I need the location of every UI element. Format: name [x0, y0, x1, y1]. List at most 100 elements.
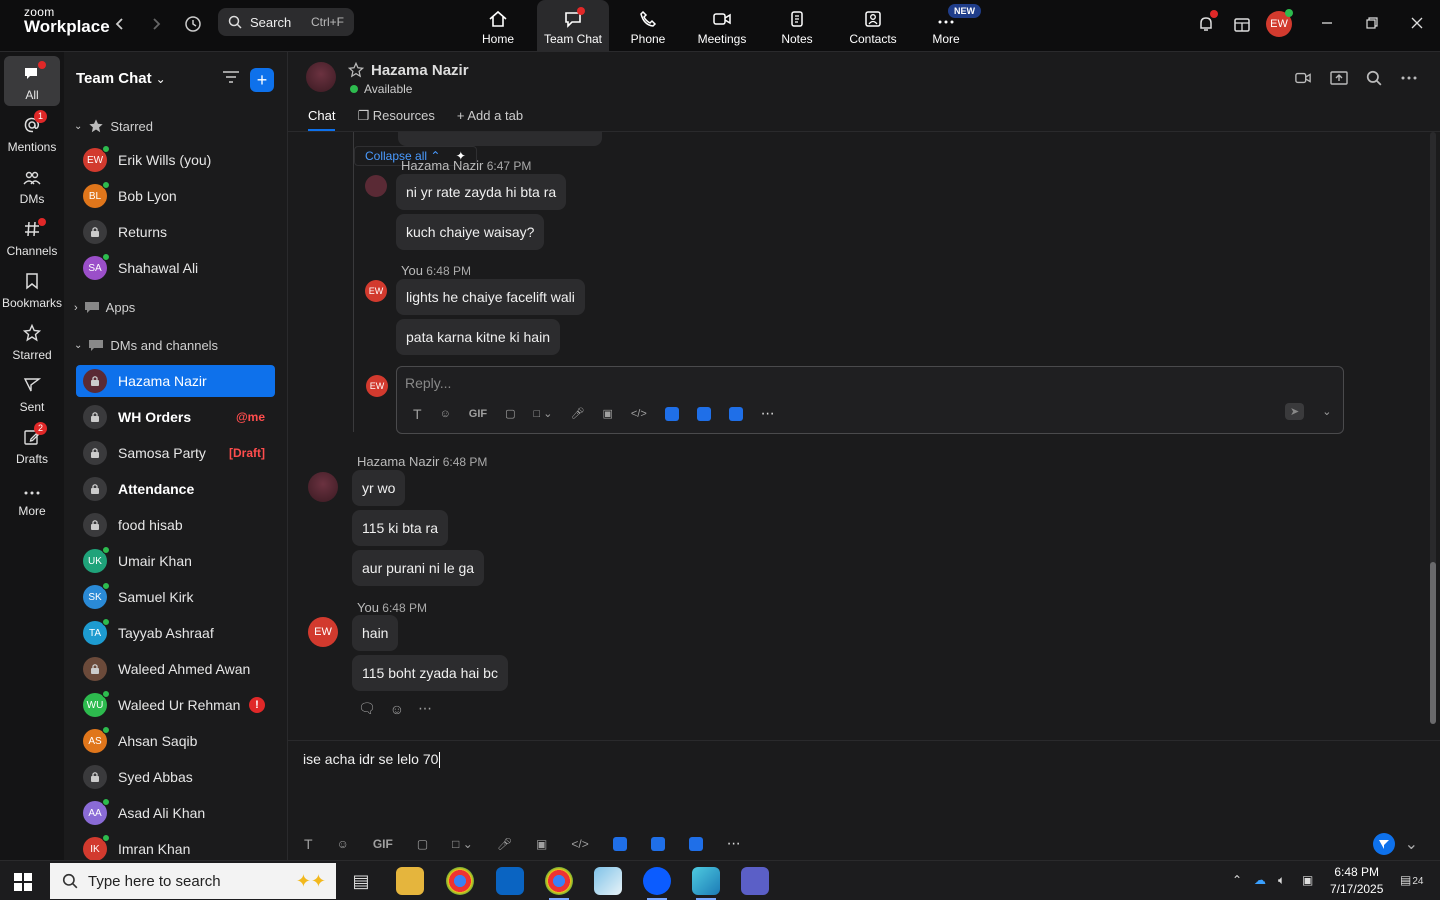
contact-avatar[interactable]: [306, 62, 336, 92]
gif-button[interactable]: GIF: [469, 408, 487, 420]
thread-message[interactable]: pata karna kitne ki hain: [396, 319, 560, 355]
rail-dms[interactable]: DMs: [2, 160, 62, 210]
you-avatar[interactable]: EW: [308, 617, 338, 647]
microphone-icon[interactable]: 🎤︎: [497, 837, 512, 851]
chrome-profile-icon[interactable]: [545, 867, 573, 900]
more-tools-icon[interactable]: ⋯: [727, 835, 741, 852]
hazama-avatar[interactable]: [308, 472, 338, 502]
text-format-icon[interactable]: T: [304, 836, 313, 852]
add-reaction-icon[interactable]: ☺: [390, 701, 404, 717]
taskbar-clock[interactable]: 6:48 PM 7/17/2025: [1330, 864, 1383, 898]
new-chat-button[interactable]: +: [250, 68, 274, 92]
rail-more[interactable]: More: [2, 472, 62, 522]
send-options-chevron-icon[interactable]: ⌄: [1322, 405, 1331, 418]
chat-list-item[interactable]: AA Asad Ali Khan: [76, 797, 275, 829]
screenshot-icon[interactable]: □ ⌄: [452, 837, 473, 851]
send-button[interactable]: ⌄: [1372, 833, 1418, 855]
chat-list-item[interactable]: UK Umair Khan: [76, 545, 275, 577]
message-bubble[interactable]: hain: [352, 615, 399, 651]
code-snippet-icon[interactable]: </>: [571, 837, 588, 851]
share-screen-icon[interactable]: [1330, 70, 1348, 86]
video-clip-icon[interactable]: ▣: [536, 837, 547, 851]
thread-message[interactable]: kuch chaiye waisay?: [396, 214, 545, 250]
chat-list-item[interactable]: BL Bob Lyon: [76, 180, 275, 212]
teams-icon[interactable]: [741, 867, 769, 895]
rail-starred[interactable]: Starred: [2, 316, 62, 366]
thread-message[interactable]: lights he chaiye facelift wali: [396, 279, 585, 315]
scrollbar-thumb[interactable]: [1430, 562, 1436, 724]
chat-list-item[interactable]: Attendance: [76, 473, 275, 505]
send-arrow-icon[interactable]: ➤: [1285, 403, 1305, 420]
rail-all[interactable]: All: [4, 56, 60, 106]
chat-list-item[interactable]: Samosa Party [Draft]: [76, 437, 275, 469]
app-zoom-icon[interactable]: [650, 836, 665, 851]
chat-list-item[interactable]: WH Orders @me: [76, 401, 275, 433]
history-icon[interactable]: [183, 14, 203, 34]
outlook-icon[interactable]: [496, 867, 524, 895]
chat-list-item[interactable]: Returns: [76, 216, 275, 248]
more-actions-icon[interactable]: ⋯: [418, 700, 432, 717]
nav-more[interactable]: NEW More: [910, 0, 982, 52]
file-explorer-icon[interactable]: [396, 867, 424, 895]
app-zoom-icon[interactable]: [696, 406, 711, 421]
app-whiteboard-icon[interactable]: [728, 406, 743, 421]
message-bubble[interactable]: yr wo: [352, 470, 406, 506]
file-icon[interactable]: ▢: [505, 407, 515, 420]
nav-phone[interactable]: Phone: [612, 0, 684, 52]
gif-button[interactable]: GIF: [373, 837, 393, 851]
screenshot-icon[interactable]: □ ⌄: [534, 407, 553, 420]
message-bubble[interactable]: aur purani ni le ga: [352, 550, 485, 586]
chat-list-item[interactable]: SA Shahawal Ali: [76, 252, 275, 284]
tab-add[interactable]: + Add a tab: [457, 108, 523, 131]
back-arrow-icon[interactable]: [110, 14, 130, 34]
thread-hazama-avatar[interactable]: [365, 175, 387, 197]
rail-sent[interactable]: Sent: [2, 368, 62, 418]
more-options-icon[interactable]: [1400, 70, 1418, 86]
minimize-icon[interactable]: [1312, 10, 1342, 36]
calendar-icon[interactable]: [1232, 14, 1252, 34]
microphone-icon[interactable]: 🎤︎: [570, 407, 584, 420]
message-bubble[interactable]: 115 boht zyada hai bc: [352, 655, 508, 691]
chat-list-item[interactable]: EW Erik Wills (you): [76, 144, 275, 176]
app2-icon[interactable]: [692, 867, 720, 900]
chat-list-item[interactable]: AS Ahsan Saqib: [76, 725, 275, 757]
nav-notes[interactable]: Notes: [761, 0, 833, 52]
rail-drafts[interactable]: 2 Drafts: [2, 420, 62, 470]
chat-list-item[interactable]: TA Tayyab Ashraaf: [76, 617, 275, 649]
emoji-icon[interactable]: ☺: [337, 837, 349, 851]
tray-chevron-icon[interactable]: ⌃: [1232, 873, 1242, 887]
rail-bookmarks[interactable]: Bookmarks: [2, 264, 62, 314]
app-docs-icon[interactable]: [612, 836, 627, 851]
apps-section-header[interactable]: › Apps: [74, 300, 135, 315]
nav-home[interactable]: Home: [462, 0, 534, 52]
taskbar-search[interactable]: Type here to search ✦✦: [50, 863, 336, 899]
chat-list-item[interactable]: Waleed Ahmed Awan: [76, 653, 275, 685]
chat-list-item[interactable]: Syed Abbas: [76, 761, 275, 793]
onedrive-icon[interactable]: ☁: [1254, 873, 1266, 887]
video-call-icon[interactable]: [1294, 70, 1312, 86]
emoji-icon[interactable]: ☺: [440, 408, 451, 420]
composer-input[interactable]: ise acha idr se lelo 70: [303, 751, 440, 768]
volume-icon[interactable]: 🔈︎: [1278, 873, 1285, 888]
restore-icon[interactable]: [1357, 10, 1387, 36]
nav-contacts[interactable]: Contacts: [837, 0, 909, 52]
app-docs-icon[interactable]: [664, 406, 679, 421]
code-snippet-icon[interactable]: </>: [631, 408, 647, 420]
zoom-taskbar-icon[interactable]: [643, 867, 671, 900]
dms-section-header[interactable]: ⌄ DMs and channels: [74, 338, 218, 353]
send-options-chevron-icon[interactable]: ⌄: [1405, 834, 1418, 854]
text-format-icon[interactable]: T: [413, 406, 422, 422]
send-arrow-icon[interactable]: [1372, 833, 1395, 855]
close-icon[interactable]: [1402, 10, 1432, 36]
chrome-icon[interactable]: [446, 867, 474, 895]
contact-name[interactable]: Hazama Nazir: [371, 62, 469, 79]
chat-list-item[interactable]: SK Samuel Kirk: [76, 581, 275, 613]
rail-mentions[interactable]: 1 Mentions: [2, 108, 62, 158]
nav-team-chat[interactable]: Team Chat: [537, 0, 609, 52]
app-whiteboard-icon[interactable]: [688, 836, 703, 851]
message-bubble[interactable]: 115 ki bta ra: [352, 510, 449, 546]
search-box[interactable]: Search Ctrl+F: [218, 8, 354, 36]
notification-center-icon[interactable]: ▤24: [1400, 873, 1423, 887]
chat-list-item[interactable]: WU Waleed Ur Rehman!: [76, 689, 275, 721]
task-view-icon[interactable]: ▤: [347, 867, 375, 895]
